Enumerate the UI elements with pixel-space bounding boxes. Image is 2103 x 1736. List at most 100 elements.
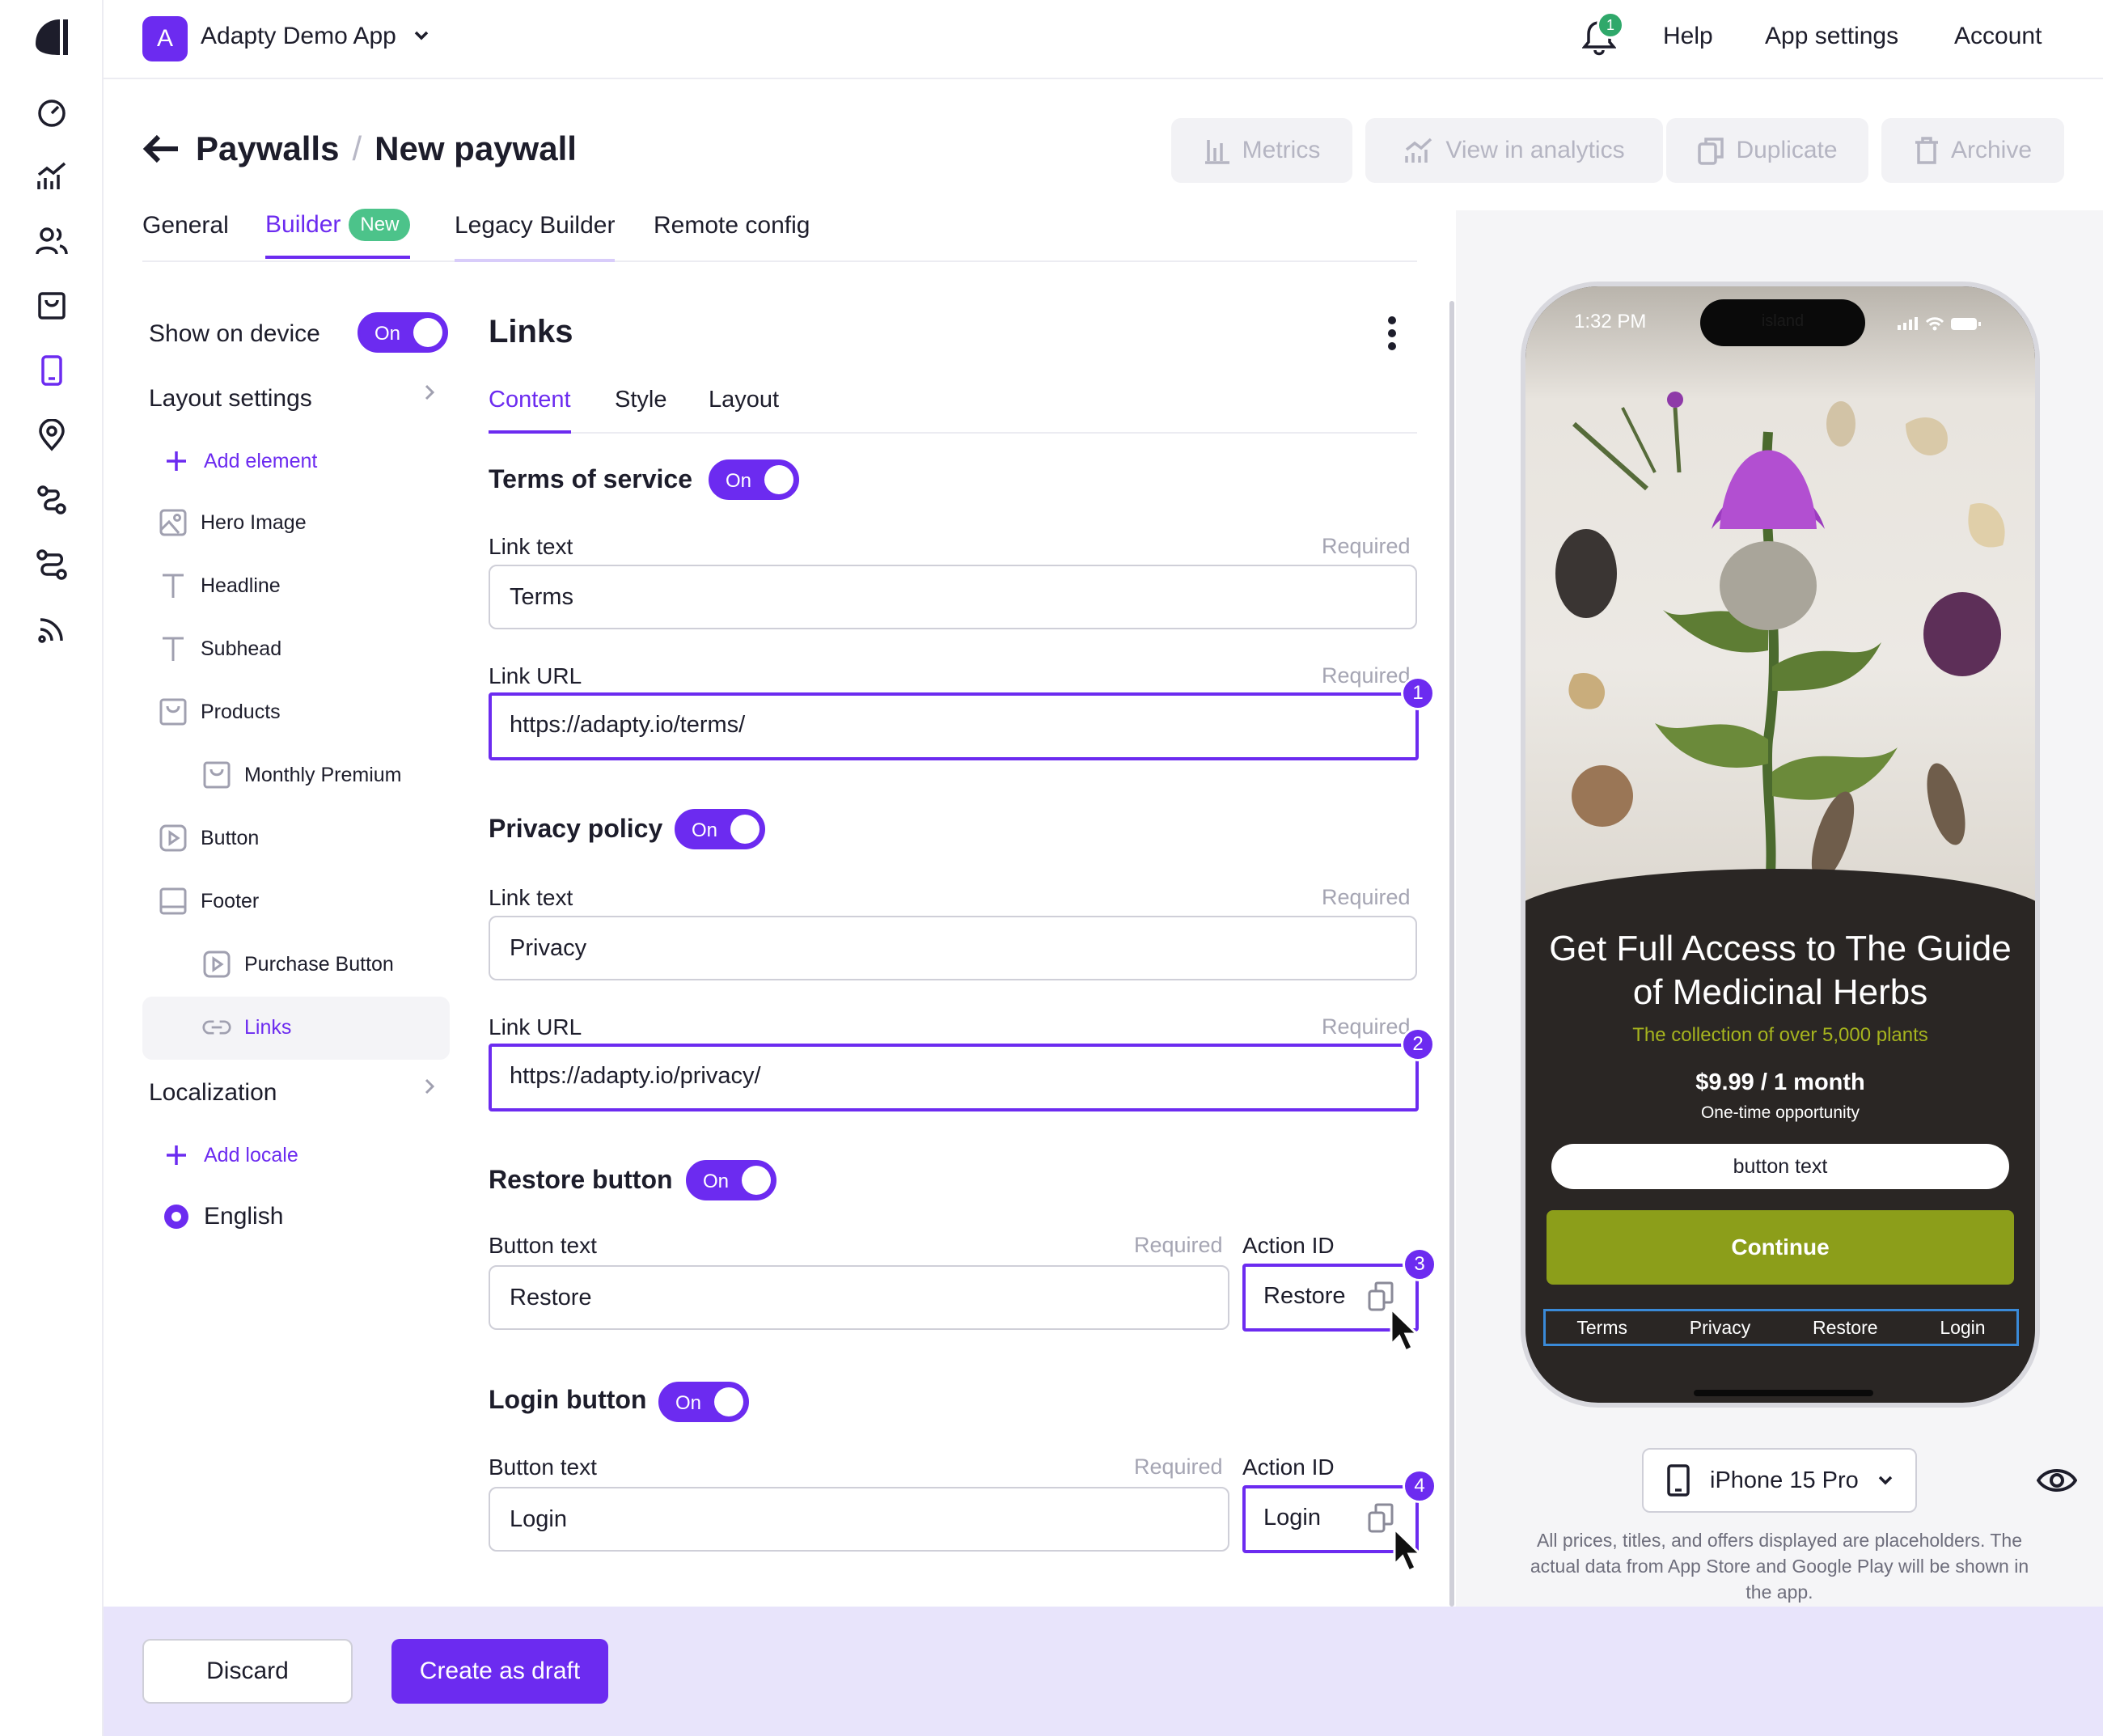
tree-item-button[interactable]: Button (159, 824, 259, 853)
locale-english[interactable]: English (162, 1202, 283, 1231)
locale-label: English (204, 1203, 284, 1230)
page-title: New paywall (374, 129, 577, 167)
step-marker-1: 1 (1401, 676, 1435, 710)
subtab-style[interactable]: Style (615, 387, 666, 434)
paywall-links-row: Terms Privacy Restore Login (1543, 1309, 2019, 1346)
app-avatar[interactable]: A (142, 16, 188, 61)
integrations-icon[interactable] (29, 542, 74, 587)
subtab-layout[interactable]: Layout (709, 387, 779, 434)
chevron-down-icon (414, 31, 429, 40)
app-settings-link[interactable]: App settings (1765, 23, 1898, 50)
login-action-id-label: Action ID (1242, 1454, 1335, 1480)
paywalls-icon[interactable] (29, 348, 74, 393)
tree-item-label: Hero Image (201, 510, 307, 534)
restore-action-id-value: Restore (1263, 1283, 1346, 1309)
hero-image (1525, 286, 2035, 917)
add-locale-button[interactable]: Add locale (162, 1141, 298, 1170)
tab-builder[interactable]: Builder New (265, 209, 411, 259)
users-icon[interactable] (29, 218, 74, 264)
terms-link-url-label: Link URL (489, 663, 582, 688)
account-link[interactable]: Account (1954, 23, 2042, 50)
notifications-button[interactable]: 1 (1582, 11, 1624, 57)
privacy-link-text-input[interactable]: Privacy (489, 916, 1417, 980)
breadcrumb-parent[interactable]: Paywalls (196, 129, 339, 168)
layout-settings-item[interactable]: Layout settings (149, 385, 312, 413)
tree-item-hero-image[interactable]: Hero Image (159, 508, 307, 537)
paywall-option-button[interactable]: button text (1551, 1144, 2009, 1189)
localization-item[interactable]: Localization (149, 1079, 277, 1107)
terms-link-url-input[interactable]: https://adapty.io/terms/ (489, 692, 1419, 760)
discard-button[interactable]: Discard (142, 1639, 353, 1704)
show-on-device-label: Show on device (149, 320, 320, 347)
eye-icon[interactable] (2037, 1466, 2077, 1495)
restore-button-text-input[interactable]: Restore (489, 1265, 1229, 1330)
paywall-link-privacy[interactable]: Privacy (1690, 1317, 1750, 1339)
toggle-knob (730, 815, 760, 844)
metrics-button[interactable]: Metrics (1171, 118, 1352, 183)
editor-scrollbar[interactable] (1449, 301, 1454, 1607)
archive-button[interactable]: Archive (1881, 118, 2064, 183)
restore-toggle-state: On (703, 1171, 730, 1192)
paywall-continue-button[interactable]: Continue (1547, 1210, 2014, 1285)
tree-item-headline[interactable]: Headline (159, 571, 281, 600)
device-select-value: iPhone 15 Pro (1710, 1467, 1859, 1493)
login-action-id-value: Login (1263, 1505, 1321, 1531)
login-toggle-state: On (675, 1392, 702, 1414)
terms-toggle[interactable]: On (709, 459, 799, 500)
subtab-content[interactable]: Content (489, 387, 571, 434)
adapty-logo-icon[interactable] (29, 15, 74, 60)
terms-section-title: Terms of service (489, 464, 692, 493)
icon-rail (0, 0, 104, 1736)
tree-item-subhead[interactable]: Subhead (159, 634, 281, 663)
tree-item-products[interactable]: Products (159, 697, 281, 726)
paywall-tabs: General Builder New Legacy Builder Remote… (142, 209, 1417, 262)
terms-link-text-input[interactable]: Terms (489, 565, 1417, 629)
more-options-icon[interactable] (1386, 315, 1398, 351)
breadcrumb-separator: / (352, 129, 362, 167)
analytics-icon[interactable] (29, 154, 74, 199)
ab-tests-icon[interactable] (29, 477, 74, 523)
back-arrow-icon[interactable] (142, 133, 180, 165)
login-button-text-input[interactable]: Login (489, 1487, 1229, 1552)
app-switcher[interactable]: Adapty Demo App (201, 23, 429, 50)
paywall-link-login[interactable]: Login (1940, 1317, 1985, 1339)
breadcrumb: Paywalls / New paywall (142, 129, 577, 168)
image-icon (159, 508, 188, 537)
show-on-device-state: On (374, 323, 401, 345)
placements-icon[interactable] (29, 413, 74, 458)
restore-section-title: Restore button (489, 1165, 673, 1194)
footer-icon (159, 887, 188, 916)
create-as-draft-button[interactable]: Create as draft (391, 1639, 608, 1704)
dashboard-icon[interactable] (29, 89, 74, 134)
device-select[interactable]: iPhone 15 Pro (1642, 1448, 1917, 1513)
restore-toggle[interactable]: On (686, 1160, 776, 1200)
terms-link-text-label: Link text (489, 534, 573, 559)
tree-item-links[interactable]: Links (202, 1013, 291, 1042)
privacy-link-url-input[interactable]: https://adapty.io/privacy/ (489, 1044, 1419, 1111)
bar-chart-icon (1204, 137, 1231, 164)
add-element-button[interactable]: Add element (162, 447, 317, 476)
tree-item-footer[interactable]: Footer (159, 887, 259, 916)
tree-item-purchase-button[interactable]: Purchase Button (202, 950, 394, 979)
tab-remote-config[interactable]: Remote config (654, 212, 810, 262)
view-in-analytics-button[interactable]: View in analytics (1365, 118, 1663, 183)
tab-general[interactable]: General (142, 212, 229, 262)
copy-icon[interactable] (1367, 1503, 1394, 1534)
help-link[interactable]: Help (1663, 23, 1713, 50)
paywall-link-terms[interactable]: Terms (1576, 1317, 1627, 1339)
product-icon (202, 760, 231, 790)
required-hint: Required (1322, 534, 1411, 558)
paywall-link-restore[interactable]: Restore (1813, 1317, 1878, 1339)
privacy-toggle[interactable]: On (675, 809, 765, 849)
show-on-device-toggle[interactable]: On (358, 312, 448, 353)
tab-legacy-builder[interactable]: Legacy Builder (455, 212, 616, 262)
login-toggle[interactable]: On (658, 1382, 749, 1422)
toggle-knob (714, 1387, 743, 1416)
products-icon[interactable] (29, 283, 74, 328)
tree-item-monthly-premium[interactable]: Monthly Premium (202, 760, 402, 790)
preview-disclaimer: All prices, titles, and offers displayed… (1530, 1530, 2029, 1603)
feed-icon[interactable] (29, 607, 74, 652)
chevron-right-icon (424, 383, 435, 401)
step-marker-2: 2 (1401, 1027, 1435, 1061)
duplicate-button[interactable]: Duplicate (1666, 118, 1868, 183)
